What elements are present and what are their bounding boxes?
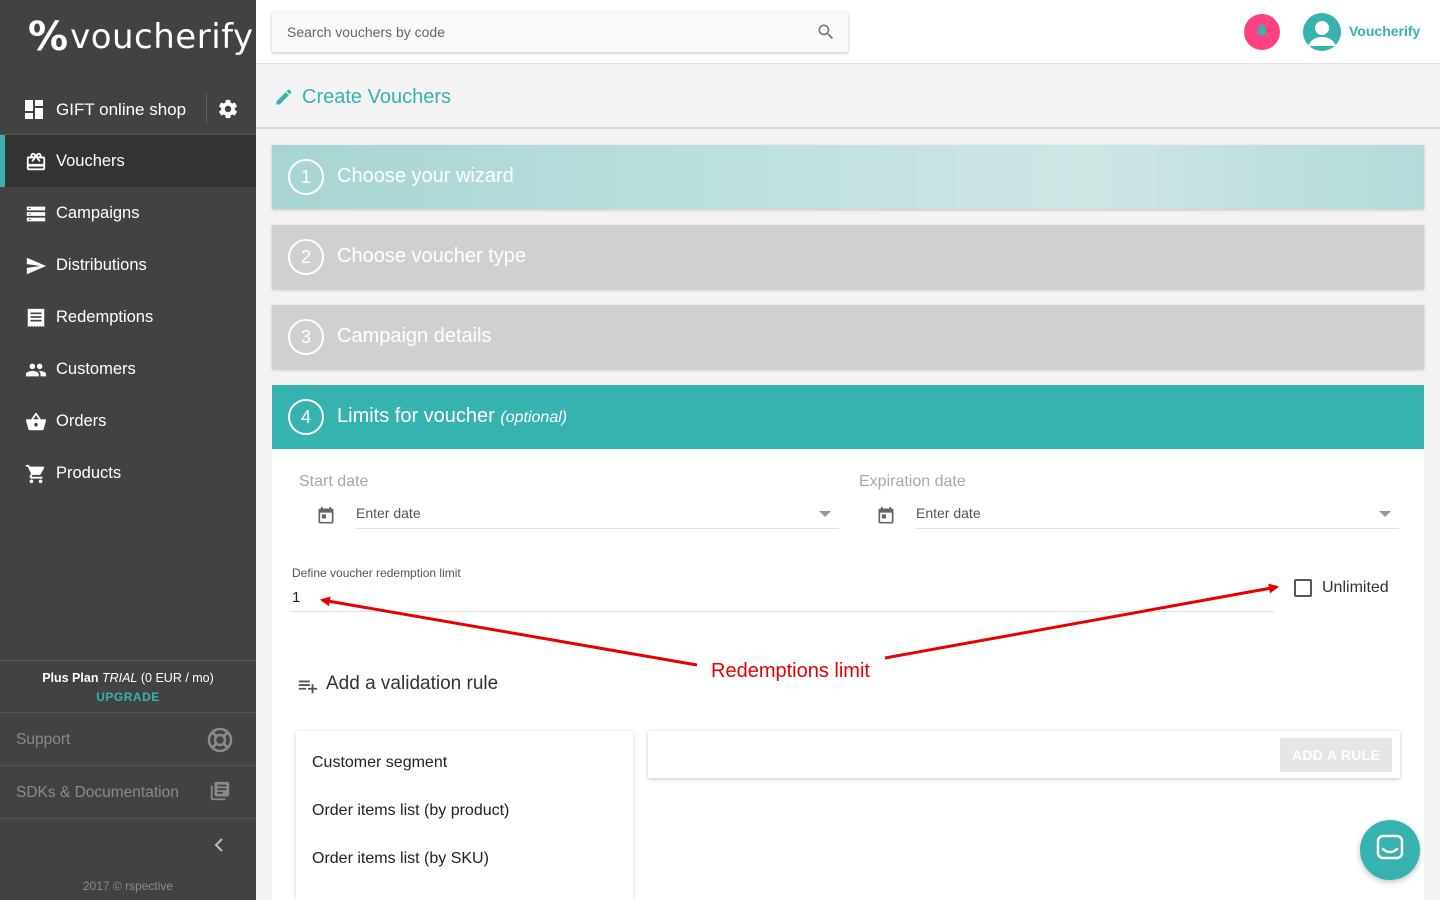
step-number: 3 xyxy=(288,319,324,355)
redemption-limit-field xyxy=(290,584,1274,612)
chevron-left-icon xyxy=(212,836,226,859)
list-item[interactable]: Customer segment xyxy=(312,754,447,772)
start-date-field[interactable] xyxy=(356,499,839,529)
lifebuoy-icon xyxy=(207,727,233,758)
upgrade-link[interactable]: UPGRADE xyxy=(0,690,256,704)
add-rule-button[interactable]: ADD A RULE xyxy=(1280,738,1392,772)
copyright: 2017 © rspective xyxy=(82,879,174,893)
sidebar-item-label: Redemptions xyxy=(56,308,154,326)
gear-icon[interactable] xyxy=(217,98,239,125)
sidebar-item-label: Distributions xyxy=(56,256,147,274)
expiration-date-field[interactable] xyxy=(916,499,1399,529)
bell-icon xyxy=(1254,22,1270,43)
cart-icon xyxy=(25,463,47,485)
redemption-limit-input[interactable] xyxy=(290,584,1274,611)
step-title-text: Limits for voucher xyxy=(337,405,495,427)
chat-icon xyxy=(1374,832,1406,869)
sidebar-item-orders[interactable]: Orders xyxy=(0,395,256,447)
sidebar-item-label: Vouchers xyxy=(56,152,125,170)
step-choose-voucher-type[interactable]: 2 Choose voucher type xyxy=(272,225,1424,289)
step-title: Limits for voucher (optional) xyxy=(337,405,567,428)
docs-link[interactable]: SDKs & Documentation xyxy=(0,765,256,818)
sidebar-item-label: Customers xyxy=(56,360,136,378)
sidebar-item-redemptions[interactable]: Redemptions xyxy=(0,291,256,343)
send-icon xyxy=(25,255,47,277)
step-title: Campaign details xyxy=(337,325,492,347)
page-title: Create Vouchers xyxy=(302,86,451,108)
voucherify-logo[interactable]: % voucherify xyxy=(28,17,254,57)
notification-button[interactable] xyxy=(1244,14,1280,50)
playlist-add-icon xyxy=(296,675,320,702)
sidebar-item-distributions[interactable]: Distributions xyxy=(0,239,256,291)
sidebar-item-vouchers[interactable]: Vouchers xyxy=(0,135,256,187)
step-title: Choose voucher type xyxy=(337,245,527,267)
page-header: Create Vouchers xyxy=(256,65,1440,129)
sidebar-item-products[interactable]: Products xyxy=(0,447,256,499)
step-campaign-details[interactable]: 3 Campaign details xyxy=(272,305,1424,369)
plan-trial: TRIAL xyxy=(101,671,138,685)
sidebar-item-campaigns[interactable]: Campaigns xyxy=(0,187,256,239)
step-choose-wizard[interactable]: 1 Choose your wizard xyxy=(272,145,1424,209)
unlimited-checkbox[interactable] xyxy=(1294,579,1312,597)
support-label: Support xyxy=(16,731,71,748)
expiration-date-label: Expiration date xyxy=(859,473,966,490)
start-date-label: Start date xyxy=(299,473,369,490)
collapse-sidebar[interactable] xyxy=(0,818,256,870)
divider xyxy=(206,94,207,124)
search-box xyxy=(272,12,848,52)
plan-info: Plus Plan TRIAL (0 EUR / mo) UPGRADE xyxy=(0,660,256,712)
plan-price: (0 EUR / mo) xyxy=(140,671,214,685)
docs-label: SDKs & Documentation xyxy=(16,784,179,801)
library-books-icon xyxy=(209,780,231,807)
project-name: GIFT online shop xyxy=(56,100,187,119)
pencil-icon xyxy=(274,87,294,112)
add-validation-rule-label: Add a validation rule xyxy=(326,673,499,694)
chevron-down-icon xyxy=(819,505,831,523)
sidebar: % voucherify GIFT online shop Vouchers C… xyxy=(0,0,256,900)
step-number: 4 xyxy=(288,399,324,435)
calendar-icon[interactable] xyxy=(876,505,896,532)
redemption-limit-label: Define voucher redemption limit xyxy=(292,566,461,580)
chevron-down-icon xyxy=(1379,505,1391,523)
support-link[interactable]: Support xyxy=(0,712,256,765)
step-title: Choose your wizard xyxy=(337,165,514,187)
sidebar-item-customers[interactable]: Customers xyxy=(0,343,256,395)
chat-button[interactable] xyxy=(1360,820,1420,880)
start-date-input[interactable] xyxy=(356,499,791,527)
rule-type-list: Customer segment Order items list (by pr… xyxy=(296,731,633,900)
step-limits-for-voucher[interactable]: 4 Limits for voucher (optional) xyxy=(272,385,1424,449)
step-number: 1 xyxy=(288,159,324,195)
sidebar-item-label: Campaigns xyxy=(56,204,140,222)
voucher-icon xyxy=(25,151,47,173)
list-item[interactable]: Order items list (by product) xyxy=(312,802,509,820)
search-input[interactable] xyxy=(272,12,802,52)
avatar[interactable] xyxy=(1303,13,1341,51)
rule-editor: ADD A RULE xyxy=(648,731,1400,778)
logo-text: voucherify xyxy=(70,17,254,57)
step-number: 2 xyxy=(288,239,324,275)
list-item[interactable]: Order items list (by SKU) xyxy=(312,850,489,868)
basket-icon xyxy=(25,411,47,433)
search-icon[interactable] xyxy=(816,22,836,47)
receipt-icon xyxy=(25,307,47,329)
annotation-label: Redemptions limit xyxy=(711,660,870,682)
unlimited-label[interactable]: Unlimited xyxy=(1322,579,1389,597)
plan-line: Plus Plan TRIAL (0 EUR / mo) xyxy=(0,671,256,685)
user-name[interactable]: Voucherify xyxy=(1349,23,1420,39)
dashboard-icon xyxy=(25,100,45,125)
plan-name: Plus Plan xyxy=(42,671,99,685)
sidebar-item-label: Products xyxy=(56,464,122,482)
top-bar: Voucherify xyxy=(256,0,1440,64)
campaigns-icon xyxy=(25,203,47,225)
people-icon xyxy=(25,359,47,381)
project-selector[interactable]: GIFT online shop xyxy=(0,83,256,135)
sidebar-item-label: Orders xyxy=(56,412,107,430)
expiration-date-input[interactable] xyxy=(916,499,1351,527)
calendar-icon[interactable] xyxy=(316,505,336,532)
step-title-suffix: (optional) xyxy=(500,409,568,426)
logo-mark: % xyxy=(28,14,69,60)
